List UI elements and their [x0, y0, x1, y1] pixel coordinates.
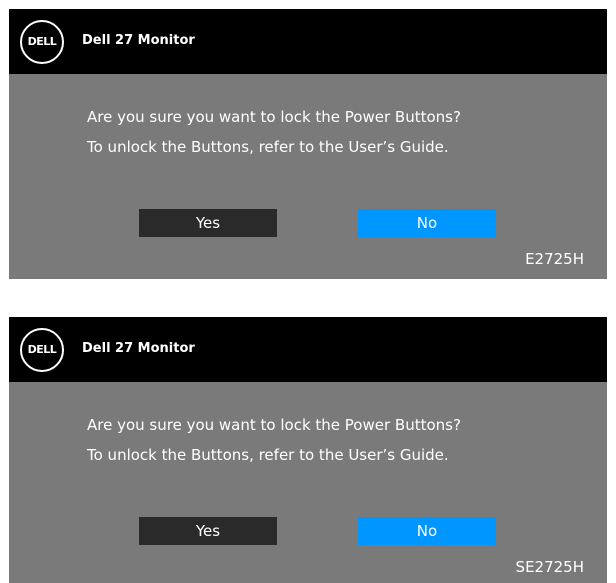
- osd-title-bar: DELL Dell 27 Monitor: [9, 9, 607, 74]
- dell-logo-icon: DELL: [20, 20, 64, 64]
- no-button[interactable]: No: [358, 517, 496, 545]
- dell-logo-icon: DELL: [20, 328, 64, 372]
- model-label: E2725H: [525, 250, 584, 268]
- yes-button[interactable]: Yes: [139, 209, 277, 237]
- dell-logo-text: DELL: [27, 343, 57, 356]
- osd-title-bar: DELL Dell 27 Monitor: [9, 317, 607, 382]
- osd-title: Dell 27 Monitor: [82, 341, 195, 356]
- confirm-message-line-1: Are you sure you want to lock the Power …: [87, 108, 461, 126]
- confirm-message-line-2: To unlock the Buttons, refer to the User…: [87, 446, 449, 464]
- no-button[interactable]: No: [358, 209, 496, 237]
- osd-title: Dell 27 Monitor: [82, 33, 195, 48]
- confirm-message-line-1: Are you sure you want to lock the Power …: [87, 416, 461, 434]
- confirm-message-line-2: To unlock the Buttons, refer to the User…: [87, 138, 449, 156]
- osd-dialog-e2725h: DELL Dell 27 Monitor Are you sure you wa…: [9, 9, 607, 279]
- dell-logo-text: DELL: [27, 35, 57, 48]
- model-label: SE2725H: [515, 558, 584, 576]
- osd-dialog-se2725h: DELL Dell 27 Monitor Are you sure you wa…: [9, 317, 607, 583]
- yes-button[interactable]: Yes: [139, 517, 277, 545]
